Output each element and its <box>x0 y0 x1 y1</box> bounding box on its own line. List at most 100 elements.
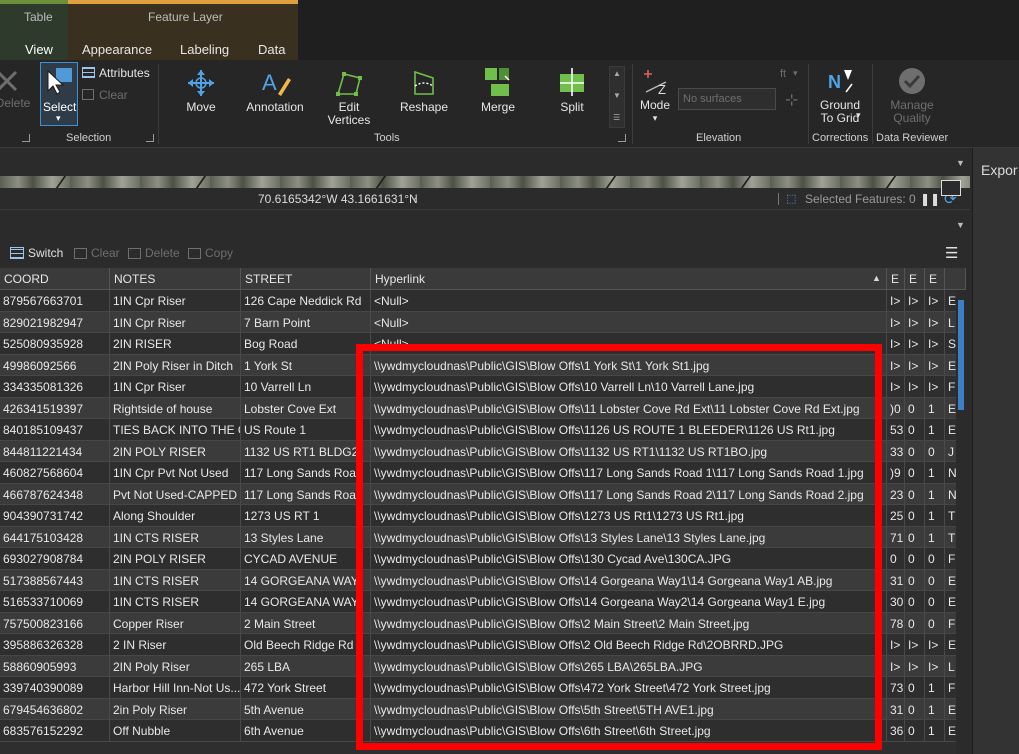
table-cell[interactable]: 757500823166 <box>0 612 110 634</box>
table-cell[interactable]: 516533710069 <box>0 591 110 613</box>
table-cell[interactable]: <Null> <box>371 333 887 355</box>
table-cell[interactable]: I> <box>905 354 925 376</box>
column-header[interactable]: E <box>905 268 925 290</box>
table-cell[interactable]: 0 <box>905 526 925 548</box>
table-cell[interactable]: 904390731742 <box>0 505 110 527</box>
table-cell[interactable]: 1 <box>925 720 945 742</box>
table-cell[interactable]: 1IN Cpr Riser <box>110 376 241 398</box>
table-cell[interactable]: 1 <box>925 505 945 527</box>
table-cell[interactable]: Copper Riser <box>110 612 241 634</box>
attributes-button[interactable]: Attributes <box>82 66 150 80</box>
table-cell[interactable]: \\ywdmycloudnas\Public\GIS\Blow Offs\2 M… <box>371 612 887 634</box>
clear-table-selection-button[interactable]: Clear <box>74 246 120 260</box>
table-cell[interactable]: \\ywdmycloudnas\Public\GIS\Blow Offs\113… <box>371 440 887 462</box>
table-cell[interactable]: 0 <box>925 548 945 570</box>
table-cell[interactable]: 2 Main Street <box>241 612 371 634</box>
table-cell[interactable]: 30 <box>887 591 905 613</box>
table-cell[interactable]: I> <box>905 655 925 677</box>
table-cell[interactable]: Bog Road <box>241 333 371 355</box>
table-row[interactable]: 525080935928 2IN RISER Bog Road <Null> I> I> I… <box>0 333 966 355</box>
table-cell[interactable]: Along Shoulder <box>110 505 241 527</box>
table-cell[interactable]: 1 <box>925 397 945 419</box>
table-cell[interactable]: )9 <box>887 462 905 484</box>
table-cell[interactable]: 0 <box>905 591 925 613</box>
delete-group-launcher[interactable] <box>22 134 30 142</box>
table-cell[interactable]: \\ywdmycloudnas\Public\GIS\Blow Offs\472… <box>371 677 887 699</box>
tab-view[interactable]: View <box>25 42 53 57</box>
column-header[interactable]: E <box>925 268 945 290</box>
switch-selection-button[interactable]: Switch <box>10 246 63 260</box>
column-header[interactable]: NOTES <box>110 268 241 290</box>
table-cell[interactable]: 2IN POLY RISER <box>110 440 241 462</box>
table-cell[interactable]: 426341519397 <box>0 397 110 419</box>
table-cell[interactable]: I> <box>905 290 925 312</box>
table-cell[interactable]: 1IN CTS RISER <box>110 591 241 613</box>
table-cell[interactable]: \\ywdmycloudnas\Public\GIS\Blow Offs\265… <box>371 655 887 677</box>
table-cell[interactable]: 2IN RISER <box>110 333 241 355</box>
tools-gallery-scroll[interactable]: ▲ ▼ ☰ <box>609 66 625 128</box>
selection-group-launcher[interactable] <box>146 134 154 142</box>
table-row[interactable]: 693027908784 2IN POLY RISER CYCAD AVENUE \\… <box>0 548 966 570</box>
table-cell[interactable]: 53 <box>887 419 905 441</box>
table-row[interactable]: 840185109437TIES BACK INTO THE O...US Ro… <box>0 419 966 441</box>
table-row[interactable]: 844811221434 2IN POLY RISER 1132 US RT1 BL… <box>0 440 966 462</box>
table-cell[interactable]: 1 <box>925 483 945 505</box>
table-cell[interactable]: I> <box>887 655 905 677</box>
table-row[interactable]: 426341519397 Rightside of house Lobster Co… <box>0 397 966 419</box>
table-cell[interactable]: 0 <box>905 612 925 634</box>
table-cell[interactable]: 71 <box>887 526 905 548</box>
table-cell[interactable]: 844811221434 <box>0 440 110 462</box>
table-cell[interactable]: I> <box>887 290 905 312</box>
table-cell[interactable]: 117 Long Sands Road <box>241 462 371 484</box>
table-cell[interactable]: 25 <box>887 505 905 527</box>
table-cell[interactable]: 13 Styles Lane <box>241 526 371 548</box>
table-row[interactable]: 904390731742 Along Shoulder 1273 US RT 1 \\… <box>0 505 966 527</box>
column-header[interactable]: STREET <box>241 268 371 290</box>
table-cell[interactable]: )0 <box>887 397 905 419</box>
table-cell[interactable]: I> <box>887 354 905 376</box>
table-cell[interactable]: 0 <box>905 462 925 484</box>
table-cell[interactable]: 466787624348 <box>0 483 110 505</box>
table-cell[interactable]: \\ywdmycloudnas\Public\GIS\Blow Offs\2 O… <box>371 634 887 656</box>
table-cell[interactable]: Harbor Hill Inn-Not Us... <box>110 677 241 699</box>
table-row[interactable]: 679454636802 2in Poly Riser 5th Avenue \\yw… <box>0 698 966 720</box>
reshape-button[interactable]: Reshape <box>398 68 450 114</box>
table-cell[interactable]: I> <box>887 311 905 333</box>
table-cell[interactable]: \\ywdmycloudnas\Public\GIS\Blow Offs\6th… <box>371 720 887 742</box>
table-cell[interactable]: 683576152292 <box>0 720 110 742</box>
table-cell[interactable]: 1 <box>925 526 945 548</box>
unit-dropdown-icon[interactable]: ▾ <box>793 68 798 79</box>
table-cell[interactable]: 58860905993 <box>0 655 110 677</box>
table-cell[interactable]: 679454636802 <box>0 698 110 720</box>
pause-drawing-icon[interactable]: ❚❚ <box>920 192 940 206</box>
tab-appearance[interactable]: Appearance <box>82 42 152 57</box>
table-cell[interactable]: 517388567443 <box>0 569 110 591</box>
table-row[interactable]: 58860905993 2IN Poly Riser 265 LBA \\ywdmyc… <box>0 655 966 677</box>
table-cell[interactable]: 460827568604 <box>0 462 110 484</box>
move-button[interactable]: Move <box>176 68 226 114</box>
coordinate-format-dropdown-icon[interactable]: ⌄ <box>410 192 418 203</box>
select-button[interactable]: Select ▾ <box>40 62 78 126</box>
table-cell[interactable]: 0 <box>905 483 925 505</box>
table-cell[interactable]: 31 <box>887 698 905 720</box>
table-cell[interactable]: CYCAD AVENUE <box>241 548 371 570</box>
manage-quality-button[interactable]: Manage Quality <box>882 66 942 125</box>
table-cell[interactable]: \\ywdmycloudnas\Public\GIS\Blow Offs\117… <box>371 483 887 505</box>
table-cell[interactable]: I> <box>905 634 925 656</box>
table-row[interactable]: 334335081326 1IN Cpr Riser 10 Varrell Ln \\… <box>0 376 966 398</box>
table-row[interactable]: 395886326328 2 IN Riser Old Beech Ridge Rd… <box>0 634 966 656</box>
table-cell[interactable]: I> <box>905 333 925 355</box>
table-row[interactable]: 683576152292 Off Nubble 6th Avenue \\ywdmyc… <box>0 720 966 742</box>
table-cell[interactable]: 2IN Poly Riser <box>110 655 241 677</box>
table-cell[interactable]: I> <box>887 333 905 355</box>
table-cell[interactable]: 23 <box>887 483 905 505</box>
table-cell[interactable]: 2in Poly Riser <box>110 698 241 720</box>
table-cell[interactable]: 7 Barn Point <box>241 311 371 333</box>
table-cell[interactable]: Off Nubble <box>110 720 241 742</box>
surface-dropdown[interactable]: No surfaces <box>678 88 776 110</box>
copy-rows-button[interactable]: Copy <box>188 246 233 260</box>
table-cell[interactable]: 879567663701 <box>0 290 110 312</box>
table-cell[interactable]: \\ywdmycloudnas\Public\GIS\Blow Offs\14 … <box>371 591 887 613</box>
table-cell[interactable]: 5th Avenue <box>241 698 371 720</box>
table-cell[interactable]: \\ywdmycloudnas\Public\GIS\Blow Offs\13 … <box>371 526 887 548</box>
